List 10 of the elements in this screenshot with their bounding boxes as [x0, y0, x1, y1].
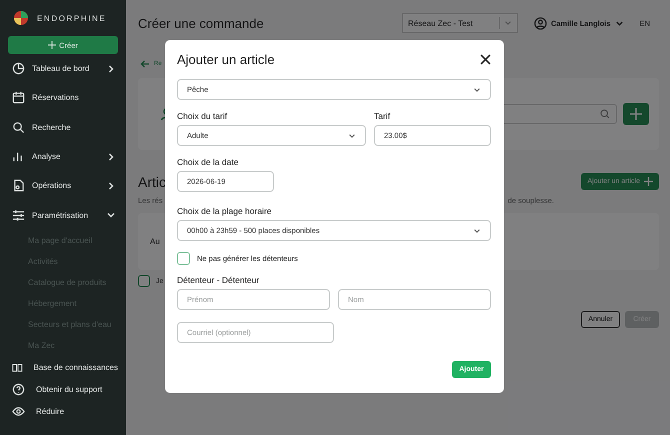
dialog-title: Ajouter un article	[177, 52, 275, 66]
field-label: Choix de la plage horaire	[177, 206, 273, 216]
table-cell: Au	[150, 237, 160, 246]
field-label: Choix de la date	[177, 157, 240, 167]
field-label: Tarif	[374, 111, 392, 121]
section-title: Artic	[138, 174, 166, 190]
logo-text: ENDORPHINE	[37, 14, 106, 22]
page-title: Créer une commande	[138, 16, 265, 30]
field-label: Détenteur - Détenteur	[177, 275, 260, 285]
field-label: Choix du tarif	[177, 111, 228, 121]
